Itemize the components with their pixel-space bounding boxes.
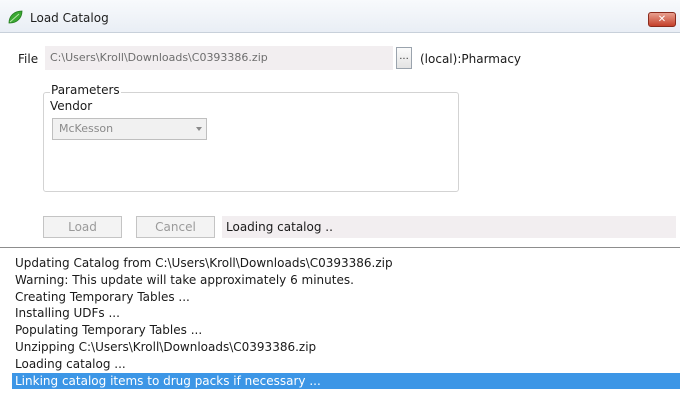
load-button[interactable]: Load [43, 216, 122, 238]
log-line[interactable]: Unzipping C:\Users\Kroll\Downloads\C0393… [12, 339, 680, 355]
vendor-select-value: McKesson [59, 122, 114, 135]
log-line[interactable]: Creating Temporary Tables ... [12, 289, 680, 305]
status-text: Loading catalog .. [222, 216, 676, 238]
log-list[interactable]: Updating Catalog from C:\Users\Kroll\Dow… [0, 248, 680, 418]
load-options-panel: File C:\Users\Kroll\Downloads\C0393386.z… [0, 33, 680, 245]
chevron-down-icon [196, 127, 202, 131]
file-path-field[interactable]: C:\Users\Kroll\Downloads\C0393386.zip [45, 46, 393, 70]
log-line[interactable]: Installing UDFs ... [12, 305, 680, 321]
parameters-group [43, 92, 459, 192]
vendor-label: Vendor [50, 99, 93, 113]
log-line[interactable]: Updating Catalog from C:\Users\Kroll\Dow… [12, 255, 680, 271]
log-line-selected[interactable]: Linking catalog items to drug packs if n… [12, 372, 680, 389]
log-line[interactable]: Populating Temporary Tables ... [12, 322, 680, 338]
parameters-legend: Parameters [50, 83, 121, 97]
load-catalog-window: Load Catalog ✕ File C:\Users\Kroll\Downl… [0, 0, 680, 418]
close-icon: ✕ [657, 14, 667, 25]
database-label: (local):Pharmacy [420, 52, 522, 66]
title-bar[interactable]: Load Catalog ✕ [0, 0, 680, 33]
cancel-button[interactable]: Cancel [136, 216, 215, 238]
window-title: Load Catalog [30, 11, 109, 25]
leaf-icon [8, 10, 23, 24]
file-label: File [18, 52, 39, 66]
log-line[interactable]: Warning: This update will take approxima… [12, 272, 680, 288]
browse-button[interactable]: ... [396, 47, 412, 69]
vendor-select[interactable]: McKesson [52, 118, 207, 140]
close-button[interactable]: ✕ [648, 12, 676, 27]
log-line[interactable]: Loading catalog ... [12, 356, 680, 372]
